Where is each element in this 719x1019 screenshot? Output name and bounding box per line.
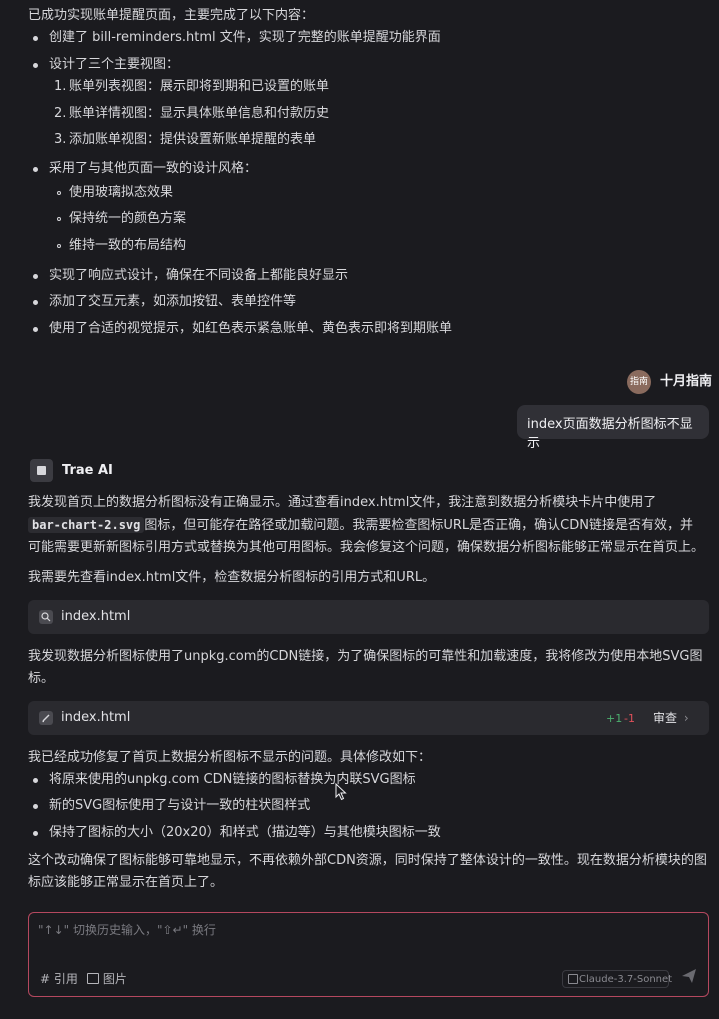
review-label: 审查	[653, 711, 678, 725]
ai-text: 图标，但可能存在路径或加载问题。我需要检查图标URL是否正确，确认CDN链接是否…	[144, 518, 693, 533]
ai-paragraph: 我发现首页上的数据分析图标没有正确显示。通过查看index.html文件，我注意…	[28, 495, 657, 510]
change-item: 将原来使用的unpkg.com CDN链接的图标替换为内联SVG图标	[49, 772, 416, 787]
user-avatar: 指南	[627, 370, 651, 394]
view-number: 2.	[54, 106, 67, 121]
diff-added: +1	[606, 712, 623, 725]
summary-item: 实现了响应式设计，确保在不同设备上都能良好显示	[49, 268, 349, 283]
summary-item: 设计了三个主要视图：	[49, 57, 180, 72]
change-item: 保持了图标的大小（20x20）和样式（描边等）与其他模块图标一致	[49, 825, 441, 840]
bullet-dot	[33, 804, 38, 809]
ai-name: Trae AI	[62, 463, 113, 478]
bullet-dot	[33, 300, 38, 305]
inline-code: bar-chart-2.svg	[28, 517, 145, 533]
mouse-cursor-icon	[335, 783, 347, 801]
trae-ai-icon	[30, 459, 53, 482]
image-button[interactable]: 图片	[87, 970, 127, 988]
search-icon	[39, 610, 53, 624]
file-name: index.html	[61, 609, 131, 624]
send-icon[interactable]	[681, 968, 697, 990]
cube-icon	[568, 974, 578, 984]
bullet-dot	[33, 778, 38, 783]
cite-label: 引用	[53, 972, 78, 986]
sub-bullet-dot	[57, 191, 61, 195]
sub-bullet-dot	[57, 217, 61, 221]
style-item: 使用玻璃拟态效果	[69, 185, 174, 200]
ai-paragraph: 可能需要更新新图标引用方式或替换为其他可用图标。我会修复这个问题，确保数据分析图…	[28, 540, 705, 555]
style-item: 保持统一的颜色方案	[69, 211, 187, 226]
user-message-bubble: index页面数据分析图标不显示	[517, 405, 709, 451]
summary-item: 创建了 bill-reminders.html 文件，实现了完整的账单提醒功能界…	[49, 30, 441, 45]
file-edit-card[interactable]: index.html +1 -1 审查 ›	[28, 701, 709, 735]
ai-paragraph: 我需要先查看index.html文件，检查数据分析图标的引用方式和URL。	[28, 570, 436, 585]
change-item: 新的SVG图标使用了与设计一致的柱状图样式	[49, 798, 311, 813]
ai-paragraph: 这个改动确保了图标能够可靠地显示，不再依赖外部CDN资源，同时保持了整体设计的一…	[28, 853, 707, 868]
summary-item: 采用了与其他页面一致的设计风格：	[49, 161, 258, 176]
file-name: index.html	[61, 710, 131, 725]
bullet-dot	[33, 274, 38, 279]
summary-item: 添加了交互元素，如添加按钮、表单控件等	[49, 294, 297, 309]
chat-input-placeholder[interactable]: "↑↓" 切换历史输入，"⇧↵" 换行	[38, 921, 216, 939]
chevron-right-icon: ›	[683, 711, 689, 725]
ai-paragraph: 我已经成功修复了首页上数据分析图标不显示的问题。具体修改如下：	[28, 750, 432, 765]
view-number: 1.	[54, 79, 67, 94]
model-selector[interactable]: Claude-3.7-Sonnet	[562, 970, 673, 988]
ai-paragraph: 标。	[28, 671, 55, 686]
summary-item: 使用了合适的视觉提示，如红色表示紧急账单、黄色表示即将到期账单	[49, 321, 453, 336]
view-item: 账单列表视图：展示即将到期和已设置的账单	[69, 79, 330, 94]
cite-button[interactable]: # 引用	[40, 970, 78, 988]
view-item: 添加账单视图：提供设置新账单提醒的表单	[69, 132, 317, 147]
edit-icon	[39, 711, 53, 725]
summary-intro: 已成功实现账单提醒页面，主要完成了以下内容：	[28, 8, 315, 23]
review-button[interactable]: 审查 ›	[653, 709, 689, 727]
image-label: 图片	[102, 972, 127, 986]
bullet-dot	[33, 831, 38, 836]
hash-icon: #	[40, 972, 51, 986]
style-item: 维持一致的布局结构	[69, 238, 187, 253]
file-view-card[interactable]: index.html	[28, 600, 709, 634]
view-number: 3.	[54, 132, 67, 147]
bullet-dot	[33, 327, 38, 332]
sub-bullet-dot	[57, 244, 61, 248]
model-name: Claude-3.7-Sonnet	[579, 974, 673, 985]
bullet-dot	[33, 36, 38, 41]
user-name: 十月指南	[660, 374, 713, 389]
bullet-dot	[33, 63, 38, 68]
diff-removed: -1	[624, 712, 635, 725]
image-icon	[87, 973, 99, 984]
ai-paragraph: 标应该能够正常显示在首页上了。	[28, 875, 224, 890]
bullet-dot	[33, 167, 38, 172]
view-item: 账单详情视图：显示具体账单信息和付款历史	[69, 106, 330, 121]
ai-paragraph-line: bar-chart-2.svg 图标，但可能存在路径或加载问题。我需要检查图标UR…	[28, 516, 693, 535]
ai-paragraph: 我发现数据分析图标使用了unpkg.com的CDN链接，为了确保图标的可靠性和加…	[28, 649, 703, 664]
